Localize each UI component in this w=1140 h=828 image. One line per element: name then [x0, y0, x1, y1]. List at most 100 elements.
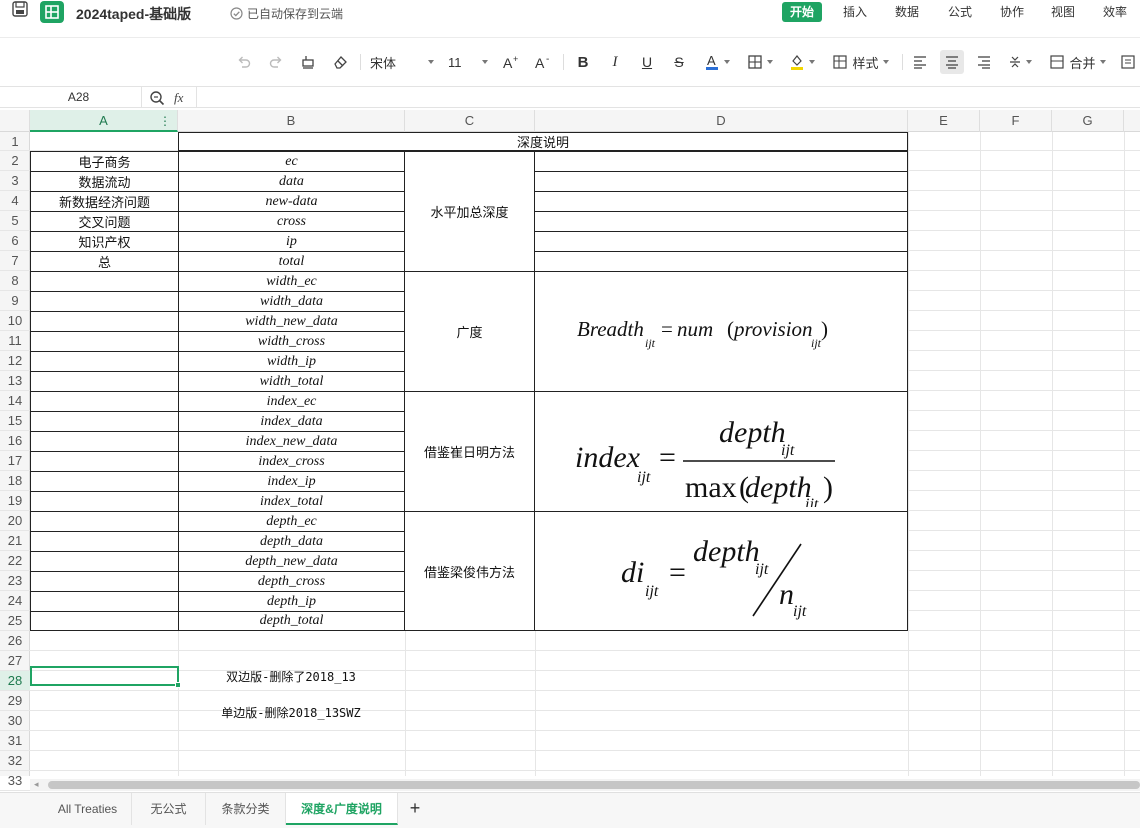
variable-cell[interactable]: index_cross: [178, 451, 405, 472]
empty-cell[interactable]: [534, 251, 908, 272]
variable-cell[interactable]: width_ec: [178, 271, 405, 292]
horizontal-scrollbar[interactable]: ◂: [30, 779, 1140, 791]
variable-cell[interactable]: cross: [178, 211, 405, 232]
formula-cell-di[interactable]: di ijt = depth ijt n ijt: [534, 511, 908, 631]
row-header-6[interactable]: 6: [0, 231, 30, 251]
row-header-33[interactable]: 33: [0, 771, 30, 791]
group-cell-horizontal-depth[interactable]: 水平加总深度: [404, 151, 535, 272]
variable-cell[interactable]: width_data: [178, 291, 405, 312]
align-left-icon[interactable]: [908, 50, 932, 74]
save-icon[interactable]: [10, 0, 30, 20]
select-all-corner[interactable]: [0, 110, 30, 132]
variable-cell[interactable]: index_ec: [178, 391, 405, 412]
scrollbar-thumb[interactable]: [48, 781, 1140, 789]
variable-cell[interactable]: data: [178, 171, 405, 192]
redo-icon[interactable]: [266, 50, 286, 74]
column-header-f[interactable]: F: [980, 110, 1052, 132]
bold-icon[interactable]: B: [573, 50, 593, 74]
row-header-7[interactable]: 7: [0, 251, 30, 271]
sheet-grid[interactable]: 深度说明 电子商务 数据流动 新数据经济问题 交叉问题 知识产权总 ec data new-…: [30, 132, 1140, 776]
group-cell-liang-method[interactable]: 借鉴梁俊伟方法: [404, 511, 535, 631]
cell-style-button[interactable]: 样式: [830, 50, 892, 74]
row-header-17[interactable]: 17: [0, 451, 30, 471]
italic-icon[interactable]: I: [605, 50, 625, 74]
borders-button[interactable]: [744, 50, 776, 74]
row-header-5[interactable]: 5: [0, 211, 30, 231]
variable-cell[interactable]: index_total: [178, 491, 405, 512]
font-size-select[interactable]: 11: [444, 50, 492, 74]
decrease-font-icon[interactable]: A-: [532, 50, 554, 74]
undo-icon[interactable]: [234, 50, 254, 74]
row-header-12[interactable]: 12: [0, 351, 30, 371]
column-header-c[interactable]: C: [405, 110, 535, 132]
formula-cell-index[interactable]: index ijt = depth ijt max ( depth ijt ): [534, 391, 908, 512]
empty-cell[interactable]: [30, 491, 179, 512]
row-header-19[interactable]: 19: [0, 491, 30, 511]
zoom-search-icon[interactable]: [148, 89, 166, 107]
header-merged-cell[interactable]: 深度说明: [178, 132, 908, 151]
row-header-11[interactable]: 11: [0, 331, 30, 351]
variable-cell[interactable]: depth_ec: [178, 511, 405, 532]
row-header-29[interactable]: 29: [0, 691, 30, 711]
scroll-left-arrow-icon[interactable]: ◂: [34, 779, 39, 790]
name-box[interactable]: A28: [16, 87, 142, 108]
format-painter-icon[interactable]: [298, 50, 318, 74]
empty-cell[interactable]: [30, 311, 179, 332]
menu-formula[interactable]: 公式: [948, 2, 972, 22]
align-right-icon[interactable]: [972, 50, 996, 74]
eraser-icon[interactable]: [330, 50, 350, 74]
fill-handle[interactable]: [175, 682, 181, 688]
cell-selection-a28[interactable]: [30, 666, 179, 686]
group-cell-cui-method[interactable]: 借鉴崔日明方法: [404, 391, 535, 512]
strikethrough-icon[interactable]: S: [669, 50, 689, 74]
label-cell[interactable]: 数据流动: [30, 171, 179, 192]
column-header-a[interactable]: A ⋮: [30, 110, 178, 132]
menu-home[interactable]: 开始: [782, 2, 823, 22]
row-header-13[interactable]: 13: [0, 371, 30, 391]
increase-font-icon[interactable]: A +: [500, 50, 522, 74]
merge-cells-button[interactable]: 合并: [1047, 50, 1109, 74]
empty-cell[interactable]: [30, 271, 179, 292]
variable-cell[interactable]: new-data: [178, 191, 405, 212]
menu-view[interactable]: 视图: [1051, 2, 1075, 22]
variable-cell[interactable]: depth_data: [178, 531, 405, 552]
row-header-31[interactable]: 31: [0, 731, 30, 751]
vertical-align-button[interactable]: [1004, 50, 1036, 74]
variable-cell[interactable]: depth_total: [178, 611, 405, 631]
row-header-3[interactable]: 3: [0, 171, 30, 191]
label-cell[interactable]: 知识产权: [30, 231, 179, 252]
font-color-button[interactable]: A: [700, 50, 734, 74]
row-header-26[interactable]: 26: [0, 631, 30, 651]
empty-cell[interactable]: [30, 611, 179, 631]
empty-cell[interactable]: [30, 471, 179, 492]
row-header-30[interactable]: 30: [0, 711, 30, 731]
empty-cell[interactable]: [30, 571, 179, 592]
empty-cell[interactable]: [30, 451, 179, 472]
empty-cell[interactable]: [30, 511, 179, 532]
row-header-23[interactable]: 23: [0, 571, 30, 591]
row-header-18[interactable]: 18: [0, 471, 30, 491]
menu-data[interactable]: 数据: [895, 2, 919, 22]
row-header-10[interactable]: 10: [0, 311, 30, 331]
empty-cell[interactable]: [30, 591, 179, 612]
label-cell[interactable]: 新数据经济问题: [30, 191, 179, 212]
empty-cell[interactable]: [30, 331, 179, 352]
formula-input[interactable]: [196, 87, 1140, 108]
variable-cell[interactable]: depth_ip: [178, 591, 405, 612]
add-sheet-icon[interactable]: +: [404, 797, 426, 819]
note-cell-row28[interactable]: 双边版-删除了2018_13: [178, 667, 404, 685]
label-cell[interactable]: 总: [30, 251, 179, 272]
empty-cell[interactable]: [30, 351, 179, 372]
variable-cell[interactable]: ec: [178, 151, 405, 172]
column-header-g[interactable]: G: [1052, 110, 1124, 132]
empty-cell[interactable]: [534, 211, 908, 232]
formula-cell-breadth[interactable]: Breadth ijt = num ( provision ijt ): [534, 271, 908, 392]
row-header-8[interactable]: 8: [0, 271, 30, 291]
column-menu-icon[interactable]: ⋮: [159, 110, 171, 132]
column-header-e[interactable]: E: [908, 110, 980, 132]
row-header-21[interactable]: 21: [0, 531, 30, 551]
row-header-9[interactable]: 9: [0, 291, 30, 311]
row-header-16[interactable]: 16: [0, 431, 30, 451]
empty-cell[interactable]: [534, 151, 908, 172]
menu-collaborate[interactable]: 协作: [1000, 2, 1024, 22]
